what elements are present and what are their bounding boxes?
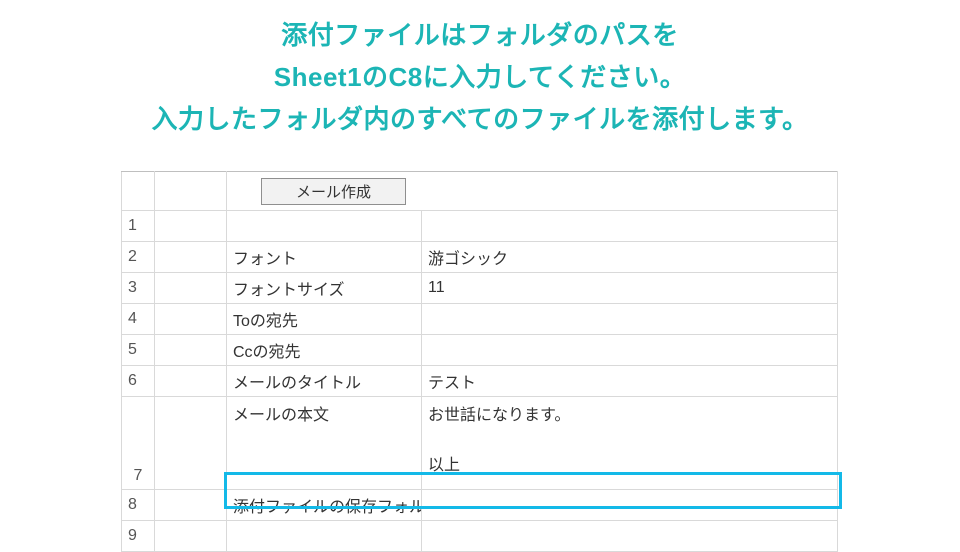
table-row: 8 添付ファイルの保存フォルダ <box>122 490 838 521</box>
cell-c6[interactable]: テスト <box>422 366 838 397</box>
row-header-9: 9 <box>122 521 155 552</box>
table-row: 5 Ccの宛先 <box>122 335 838 366</box>
cell-b4[interactable]: Toの宛先 <box>227 304 422 335</box>
table-row: 3 フォントサイズ 11 <box>122 273 838 304</box>
instruction-line-2: Sheet1のC8に入力してください。 <box>0 56 960 98</box>
table-row: メール作成 <box>122 172 838 211</box>
cell-b9[interactable] <box>227 521 422 552</box>
mail-body-line-top: お世話になります。 <box>428 401 570 425</box>
table-row: 6 メールのタイトル テスト <box>122 366 838 397</box>
cell-a4[interactable] <box>155 304 227 335</box>
cell-c8[interactable] <box>422 490 838 521</box>
cell-b3[interactable]: フォントサイズ <box>227 273 422 304</box>
table-row: 9 <box>122 521 838 552</box>
row-header-2: 2 <box>122 242 155 273</box>
cell-c9[interactable] <box>422 521 838 552</box>
table-row: 7 メールの本文 お世話になります。 以上 <box>122 397 838 490</box>
grid-table: メール作成 1 2 フォント 游ゴシック 3 フォントサイズ 11 4 <box>121 171 838 552</box>
row-header-3: 3 <box>122 273 155 304</box>
table-row: 1 <box>122 211 838 242</box>
cell-button-area[interactable]: メール作成 <box>227 172 838 211</box>
compose-mail-button[interactable]: メール作成 <box>261 178 406 205</box>
cell-a0[interactable] <box>155 172 227 211</box>
row-header-top <box>122 172 155 211</box>
row-header-8: 8 <box>122 490 155 521</box>
cell-c1[interactable] <box>422 211 838 242</box>
cell-c5[interactable] <box>422 335 838 366</box>
cell-a1[interactable] <box>155 211 227 242</box>
instruction-line-3: 入力したフォルダ内のすべてのファイルを添付します。 <box>0 98 960 140</box>
cell-b7[interactable]: メールの本文 <box>227 397 422 490</box>
cell-b6[interactable]: メールのタイトル <box>227 366 422 397</box>
spreadsheet: メール作成 1 2 フォント 游ゴシック 3 フォントサイズ 11 4 <box>121 171 837 552</box>
cell-a5[interactable] <box>155 335 227 366</box>
cell-c2[interactable]: 游ゴシック <box>422 242 838 273</box>
cell-a6[interactable] <box>155 366 227 397</box>
row-header-1: 1 <box>122 211 155 242</box>
cell-c7[interactable]: お世話になります。 以上 <box>422 397 838 490</box>
row-header-4: 4 <box>122 304 155 335</box>
cell-a7[interactable] <box>155 397 227 490</box>
row-header-6: 6 <box>122 366 155 397</box>
cell-a9[interactable] <box>155 521 227 552</box>
cell-a3[interactable] <box>155 273 227 304</box>
mail-body-line-bottom: 以上 <box>428 451 460 475</box>
table-row: 4 Toの宛先 <box>122 304 838 335</box>
table-row: 2 フォント 游ゴシック <box>122 242 838 273</box>
instruction-headline: 添付ファイルはフォルダのパスを Sheet1のC8に入力してください。 入力した… <box>0 14 960 140</box>
cell-b2[interactable]: フォント <box>227 242 422 273</box>
cell-a8[interactable] <box>155 490 227 521</box>
cell-c3[interactable]: 11 <box>422 273 838 304</box>
cell-c4[interactable] <box>422 304 838 335</box>
instruction-line-1: 添付ファイルはフォルダのパスを <box>0 14 960 56</box>
cell-b8[interactable]: 添付ファイルの保存フォルダ <box>227 490 422 521</box>
row-header-7: 7 <box>122 397 155 490</box>
compose-mail-button-label: メール作成 <box>296 184 371 201</box>
cell-a2[interactable] <box>155 242 227 273</box>
row-header-5: 5 <box>122 335 155 366</box>
cell-b1[interactable] <box>227 211 422 242</box>
cell-b5[interactable]: Ccの宛先 <box>227 335 422 366</box>
